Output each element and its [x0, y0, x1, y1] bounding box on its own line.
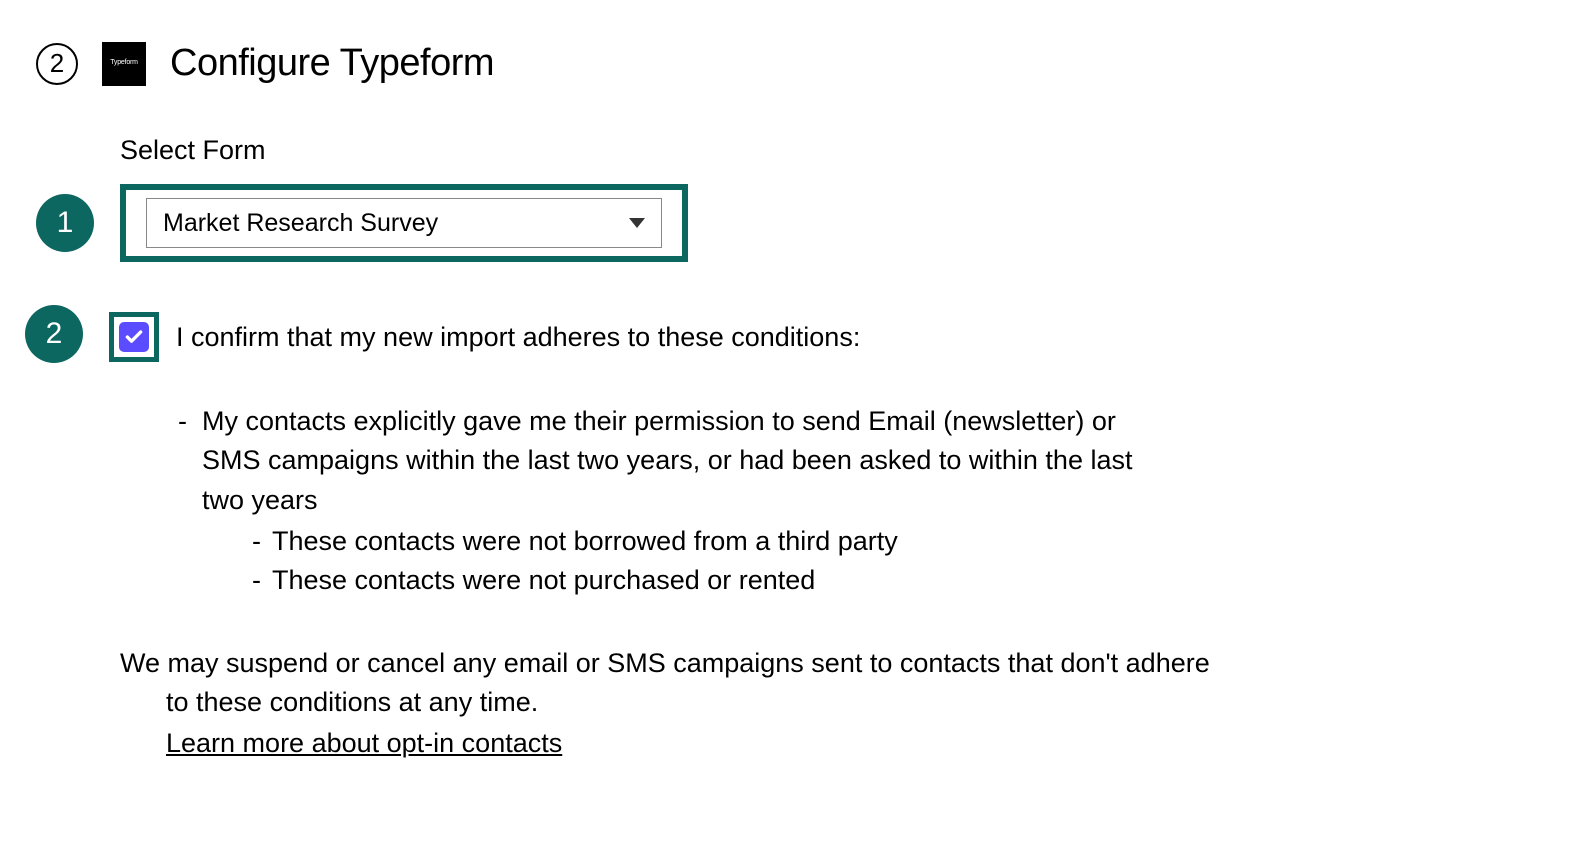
step-header: 2 Typeform Configure Typeform: [36, 36, 1540, 91]
condition-sub2: These contacts were not purchased or ren…: [272, 561, 815, 600]
confirm-checkbox[interactable]: [119, 322, 149, 352]
condition-main-line2: SMS campaigns within the last two years,…: [202, 441, 1133, 480]
footer-block: We may suspend or cancel any email or SM…: [120, 644, 1540, 763]
select-form-value: Market Research Survey: [163, 205, 438, 241]
check-icon: [124, 327, 144, 347]
step-number-text: 2: [50, 45, 64, 83]
select-form-highlight: Market Research Survey: [120, 184, 688, 262]
chevron-down-icon: [629, 218, 645, 228]
condition-main-line1: My contacts explicitly gave me their per…: [202, 402, 1133, 441]
page-title: Configure Typeform: [170, 36, 494, 91]
learn-more-link[interactable]: Learn more about opt-in contacts: [166, 724, 562, 763]
footer-line2: to these conditions at any time.: [166, 683, 1540, 722]
conditions-block: - My contacts explicitly gave me their p…: [120, 402, 1540, 600]
select-form-dropdown[interactable]: Market Research Survey: [146, 198, 662, 248]
condition-main-line3: two years: [202, 481, 1133, 520]
select-form-label: Select Form: [120, 131, 1540, 170]
condition-sub1: These contacts were not borrowed from a …: [272, 522, 898, 561]
callout-badge-1: 1: [36, 194, 94, 252]
callout-badge-2: 2: [25, 305, 83, 363]
confirm-text: I confirm that my new import adheres to …: [176, 312, 860, 357]
step-number-badge: 2: [36, 43, 78, 85]
typeform-logo-icon: Typeform: [102, 42, 146, 86]
footer-line1: We may suspend or cancel any email or SM…: [120, 644, 1540, 683]
confirm-checkbox-highlight: [109, 312, 159, 362]
